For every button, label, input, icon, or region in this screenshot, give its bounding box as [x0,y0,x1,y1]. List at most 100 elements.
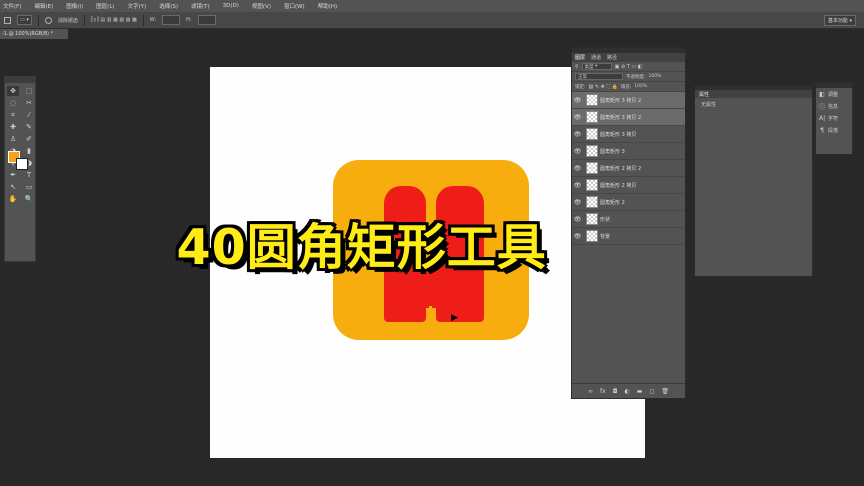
tool-button-icon[interactable]: ✎ [23,122,35,132]
lock-row: 锁定: ▨ ✎ ✥ ⛶ 🔒 填充: 100% [572,82,685,92]
layers-footer-icon[interactable]: ◐ [624,388,629,395]
layer-thumbnail [586,196,598,208]
layer-thumbnail [586,94,598,106]
layer-thumbnail [586,145,598,157]
tool-button-icon[interactable]: T [23,170,35,180]
tool-button-icon[interactable]: ⌗ [7,110,19,120]
tool-button-icon[interactable]: ✋ [7,194,19,204]
panel-dock: ◧ 调整 ⓘ 信息 A| 字符 ¶ 段落 [815,82,853,155]
layer-row[interactable]: 👁 圆角矩形 3 拷贝 2 [572,109,685,126]
menu-item[interactable]: 文字(Y) [128,2,147,10]
layers-panel-tabs: 图层 通道 路径 [572,53,685,62]
tab-channels[interactable]: 通道 [591,54,601,61]
layers-footer-icon[interactable]: ◻ [649,388,654,395]
layers-footer-icon[interactable]: fx [600,388,606,395]
dock-list: ◧ 调整 ⓘ 信息 A| 字符 ¶ 段落 [816,88,852,136]
layer-thumbnail [586,128,598,140]
menu-item[interactable]: 图层(L) [96,2,114,10]
opacity-label: 不透明度: [626,74,646,80]
visibility-eye-icon[interactable]: 👁 [572,199,583,206]
align-icons[interactable]: ⫿ ⫾ ⫿ ▤ ▥ ▦ ▧ ▨ ▩ [91,17,137,23]
menu-item[interactable]: 文件(F) [3,2,21,10]
height-input[interactable] [197,15,216,25]
width-label: W: [149,17,157,23]
menu-item[interactable]: 帮助(H) [318,2,337,10]
width-input[interactable] [162,15,181,25]
tool-button-icon[interactable]: ✚ [7,122,19,132]
workspace-switcher[interactable]: 基本功能 ▾ [823,15,856,26]
layer-row[interactable]: 👁 形状 [572,211,685,228]
layer-kind-filter[interactable]: 类型 ▾ [581,63,612,70]
tool-button-icon[interactable]: ⁄ [23,110,35,120]
visibility-eye-icon[interactable]: 👁 [572,216,583,223]
menu-item[interactable]: 编辑(E) [34,2,53,10]
lock-icons[interactable]: ▨ ✎ ✥ ⛶ 🔒 [589,84,618,90]
antialias-checkbox[interactable] [44,16,52,24]
layers-panel: 图层 通道 路径 ⚲ 类型 ▾ ▣ ⊘ T ▭ ◧ 正常 不透明度: 100% … [571,47,686,399]
dock-item-label: 调整 [828,91,839,98]
menu-item[interactable]: 窗口(W) [284,2,305,10]
layer-thumbnail [586,213,598,225]
layer-kind-label: 类型 [584,64,594,70]
filter-icons[interactable]: ▣ ⊘ T ▭ ◧ [615,64,643,70]
layer-row[interactable]: 👁 圆角矩形 3 [572,143,685,160]
layers-footer-icon[interactable]: 🗑 [661,388,669,395]
layers-footer-icon[interactable]: ▬ [637,388,643,395]
layers-footer-icon[interactable]: ◘ [613,388,618,395]
layer-row[interactable]: 👁 圆角矩形 3 拷贝 [572,126,685,143]
menu-item[interactable]: 选择(S) [159,2,178,10]
layer-thumbnail [586,111,598,123]
visibility-eye-icon[interactable]: 👁 [572,233,583,240]
antialias-label: 消除锯齿 [57,17,78,24]
tool-button-icon[interactable]: ✒ [7,170,19,180]
tool-grid: ✥⬚◌✂⌗⁄✚✎♙✐◔▮⚲◑✒T↖▭✋🔍 [5,83,35,204]
tool-button-icon[interactable]: 🔍 [23,194,35,204]
rounded-rect-tool-icon[interactable] [4,16,11,24]
menu-item[interactable]: 图像(I) [66,2,83,10]
dock-item[interactable]: ⓘ 信息 [816,100,852,112]
blend-mode-dropdown[interactable]: 正常 [575,73,623,80]
tool-button-icon[interactable]: ▭ [23,182,35,192]
tab-properties[interactable]: 属性 [695,90,812,98]
layers-footer-icon[interactable]: ∞ [588,388,593,395]
dock-item[interactable]: A| 字符 [816,112,852,124]
menu-item[interactable]: 3D(D) [223,3,239,9]
visibility-eye-icon[interactable]: 👁 [572,182,583,189]
layer-row[interactable]: 👁 圆角矩形 2 [572,194,685,211]
shape-mode-dropdown[interactable]: ▭ ▾ [17,15,32,25]
tool-button-icon[interactable]: ✐ [23,134,35,144]
divider [37,14,39,26]
tool-button-icon[interactable]: ↖ [7,182,19,192]
tab-layers[interactable]: 图层 [575,54,585,61]
tool-button-icon[interactable]: ♙ [7,134,19,144]
tool-button-icon[interactable]: ✥ [7,86,19,96]
background-color-swatch[interactable] [16,158,28,170]
dock-item-icon: ¶ [820,126,824,134]
layer-name: 圆角矩形 3 拷贝 2 [600,97,642,104]
visibility-eye-icon[interactable]: 👁 [572,165,583,172]
layer-name: 圆角矩形 3 拷贝 [600,131,637,138]
visibility-eye-icon[interactable]: 👁 [572,131,583,138]
menu-item[interactable]: 视图(V) [252,2,271,10]
visibility-eye-icon[interactable]: 👁 [572,148,583,155]
layer-row[interactable]: 👁 圆角矩形 2 拷贝 2 [572,160,685,177]
document-tab-label: -1.@ 100%(RGB/8) * [2,31,54,37]
tab-paths[interactable]: 路径 [607,54,617,61]
tool-button-icon[interactable]: ⬚ [23,86,35,96]
opacity-value[interactable]: 100% [649,74,662,79]
menu-item[interactable]: 滤镜(T) [191,2,210,10]
fill-value[interactable]: 100% [634,84,647,89]
dock-item[interactable]: ◧ 调整 [816,88,852,100]
tool-button-icon[interactable]: ◌ [7,98,19,108]
tool-button-icon[interactable]: ✂ [23,98,35,108]
document-tab[interactable]: -1.@ 100%(RGB/8) * [0,29,68,39]
visibility-eye-icon[interactable]: 👁 [572,97,583,104]
tool-button-icon[interactable]: ▮ [23,146,35,156]
layer-row[interactable]: 👁 圆角矩形 2 拷贝 [572,177,685,194]
layer-row[interactable]: 👁 圆角矩形 3 拷贝 2 [572,92,685,109]
dock-item[interactable]: ¶ 段落 [816,124,852,136]
visibility-eye-icon[interactable]: 👁 [572,114,583,121]
blend-mode-label: 正常 [578,74,587,80]
layers-panel-footer: ∞ fx ◘ ◐ ▬ ◻ 🗑 [572,383,685,398]
layer-row[interactable]: 👁 背景 [572,228,685,245]
